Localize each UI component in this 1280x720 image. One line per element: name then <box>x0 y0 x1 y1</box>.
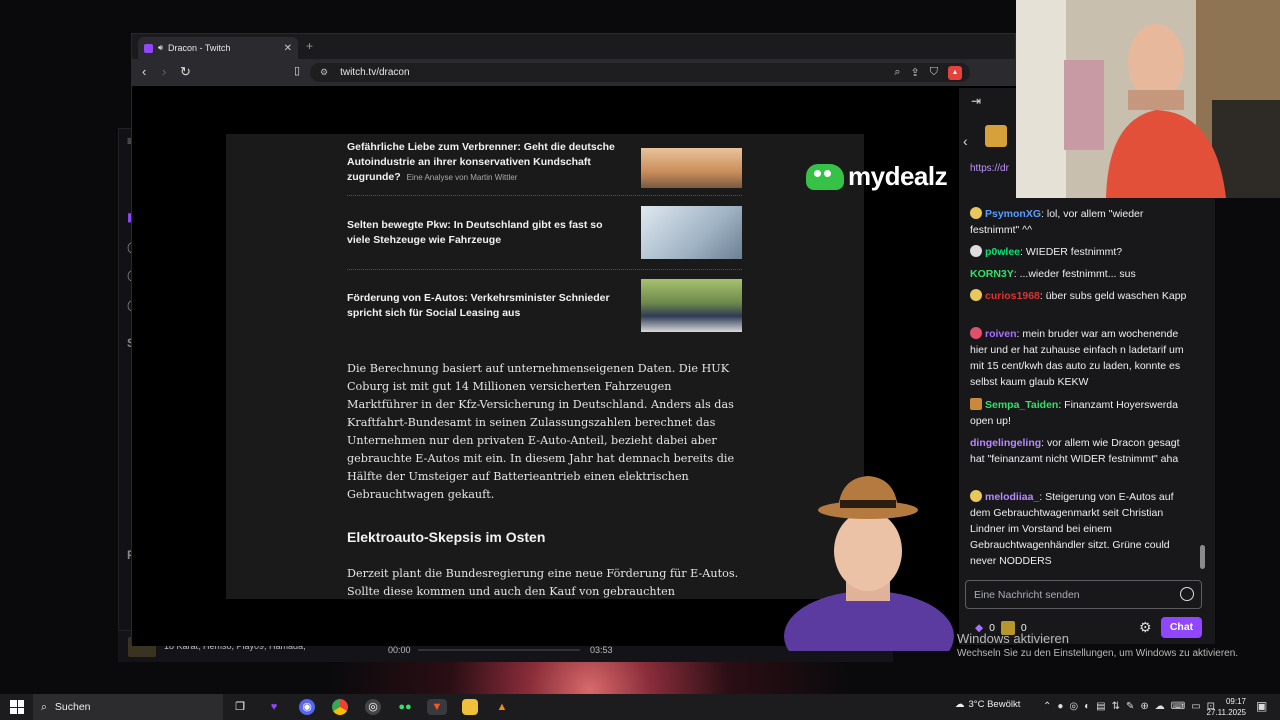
sponsor-logo: mydealz <box>806 161 948 192</box>
cloud-icon: ☁ <box>955 699 965 710</box>
weather-text: 3°C Bewölkt <box>968 699 1021 710</box>
bookmark-icon[interactable]: ▯ <box>294 64 300 77</box>
forward-icon[interactable]: › <box>162 64 166 79</box>
zoom-icon[interactable]: ⌕ <box>894 66 900 79</box>
badge-icon <box>970 490 982 502</box>
browser-window: 🔊︎ Dracon - Twitch ✕ + ‹ › ↻ ▯ ⚙ twitch.… <box>131 33 1017 651</box>
chat-message: roiven: mein bruder war am wochenende hi… <box>970 326 1195 390</box>
badge-icon <box>970 327 982 339</box>
app-icon[interactable]: ●● <box>397 699 413 715</box>
chat-message: PsymonXG: lol, vor allem "wieder festnim… <box>970 206 1195 238</box>
search-label: Suchen <box>54 701 91 713</box>
chat-username[interactable]: KORN3Y <box>970 268 1014 280</box>
chat-message: melodiiaa_: Steigerung von E-Autos auf d… <box>970 489 1195 569</box>
chat-link[interactable]: https://dr <box>970 163 1009 174</box>
brave-icon[interactable]: ▼ <box>427 699 447 715</box>
article-heading: Elektroauto-Skepsis im Osten <box>347 529 546 545</box>
obs-icon[interactable]: ◎ <box>365 699 381 715</box>
clock-time: 09:17 <box>1225 697 1246 706</box>
chat-text: : über subs geld waschen Kapp <box>1039 290 1187 302</box>
gift-icon[interactable] <box>985 125 1007 147</box>
notification-icon[interactable]: ▣ <box>1256 699 1267 713</box>
file-explorer-icon[interactable] <box>462 699 478 715</box>
vlc-icon[interactable]: ▲ <box>494 699 510 715</box>
chat-text: : WIEDER festnimmt? <box>1020 246 1123 258</box>
chevron-left-icon[interactable]: ‹ <box>963 133 968 149</box>
progress-bar[interactable] <box>418 649 580 651</box>
discord-icon[interactable]: ◉ <box>299 699 315 715</box>
related-source: Eine Analyse von Martin Wittler <box>406 173 518 182</box>
tab-title: Dracon - Twitch <box>168 43 231 53</box>
article-thumbnail <box>641 206 742 259</box>
stream-viewport[interactable]: Gefährliche Liebe zum Verbrenner: Geht d… <box>132 86 1017 651</box>
search-icon: ⌕ <box>41 700 47 713</box>
chat-message: curios1968: über subs geld waschen Kapp <box>970 288 1195 304</box>
badge-icon <box>970 289 982 301</box>
weather-widget[interactable]: ☁ 3°C Bewölkt <box>955 699 1020 710</box>
badge-icon <box>970 207 982 219</box>
divider <box>347 195 742 196</box>
url-text: twitch.tv/dracon <box>340 67 410 78</box>
chat-username[interactable]: melodiiaa_ <box>985 491 1039 503</box>
chat-input[interactable]: Eine Nachricht senden <box>965 580 1202 609</box>
brave-shield-icon[interactable]: ⛉ <box>930 66 938 79</box>
windows-activation-notice: Windows aktivieren Wechseln Sie zu den E… <box>957 631 1238 659</box>
streamer-facecam <box>784 476 954 651</box>
chrome-icon[interactable] <box>332 699 348 715</box>
chat-username[interactable]: dingelingeling <box>970 437 1041 449</box>
twitch-favicon-icon <box>144 43 153 53</box>
reload-icon[interactable]: ↻ <box>180 64 191 80</box>
badge-icon <box>970 398 982 410</box>
windows-start-icon[interactable] <box>10 700 24 714</box>
croc-mascot-icon <box>806 163 844 190</box>
related-title: Selten bewegte Pkw: In Deutschland gibt … <box>347 219 603 246</box>
clock[interactable]: 09:17 27.11.2025 <box>1206 696 1246 718</box>
taskbar-search[interactable]: ⌕ Suchen <box>33 694 223 720</box>
chat-message: dingelingeling: vor allem wie Dracon ges… <box>970 435 1195 467</box>
chat-username[interactable]: curios1968 <box>985 290 1040 302</box>
chat-username[interactable]: roiven <box>985 328 1017 340</box>
brave-rewards-icon[interactable]: ▲ <box>948 65 962 80</box>
related-title: Förderung von E-Autos: Verkehrsminister … <box>347 292 610 319</box>
collapse-chat-icon[interactable]: ⇥ <box>971 94 981 108</box>
back-icon[interactable]: ‹ <box>142 64 146 79</box>
chat-scrollbar[interactable] <box>1200 545 1205 569</box>
chat-username[interactable]: p0wlee <box>985 246 1020 258</box>
chat-message: Sempa_Taiden: Finanzamt Hoyerswerda open… <box>970 397 1195 429</box>
share-icon[interactable]: ⇪ <box>911 66 920 79</box>
task-view-icon[interactable]: ❐ <box>232 699 248 715</box>
time-end: 03:53 <box>590 645 613 655</box>
article-screenshare: Gefährliche Liebe zum Verbrenner: Geht d… <box>226 134 864 599</box>
clock-date: 27.11.2025 <box>1206 708 1246 717</box>
divider <box>347 269 742 270</box>
chat-message: KORN3Y: ...wieder festnimmt... sus <box>970 266 1195 282</box>
address-bar[interactable]: ⚙ twitch.tv/dracon ⌕ ⇪ ⛉ ▲ <box>310 63 970 82</box>
activation-subtitle: Wechseln Sie zu den Einstellungen, um Wi… <box>957 648 1239 659</box>
article-thumbnail <box>641 279 742 332</box>
browser-tab[interactable]: 🔊︎ Dracon - Twitch ✕ <box>138 37 298 59</box>
webcam-feed <box>1016 0 1280 198</box>
system-tray-icons[interactable]: ⌃●◎◐▤⇅✎⊕☁⌨▭⊡ <box>1043 701 1221 712</box>
article-thumbnail <box>641 148 742 188</box>
taskbar: ⌕ Suchen ❐ ♥ ◉ ◎ ●● ▼ ▲ ☁ 3°C Bewölkt ⌃●… <box>0 694 1280 720</box>
chat-username[interactable]: PsymonXG <box>985 208 1041 220</box>
new-tab-button[interactable]: + <box>306 39 313 53</box>
chat-username[interactable]: Sempa_Taiden <box>985 399 1058 411</box>
badge-icon <box>970 245 982 257</box>
heart-app-icon[interactable]: ♥ <box>266 699 282 715</box>
article-paragraph: Derzeit plant die Bundesregierung eine n… <box>347 567 739 598</box>
speaker-icon: 🔊︎ <box>158 43 164 52</box>
browser-toolbar: ‹ › ↻ ▯ ⚙ twitch.tv/dracon ⌕ ⇪ ⛉ ▲ <box>132 59 1015 86</box>
time-start: 00:00 <box>388 645 411 655</box>
article-paragraph: Die Berechnung basiert auf unternehmense… <box>347 362 735 501</box>
close-tab-icon[interactable]: ✕ <box>284 43 292 54</box>
tab-strip: 🔊︎ Dracon - Twitch ✕ + <box>132 34 1015 59</box>
chat-text: : ...wieder festnimmt... sus <box>1013 268 1136 280</box>
chat-message: p0wlee: WIEDER festnimmt? <box>970 244 1195 260</box>
emote-picker-icon[interactable] <box>1180 587 1194 601</box>
activation-title: Windows aktivieren <box>957 631 1069 646</box>
site-settings-icon[interactable]: ⚙ <box>320 67 328 78</box>
